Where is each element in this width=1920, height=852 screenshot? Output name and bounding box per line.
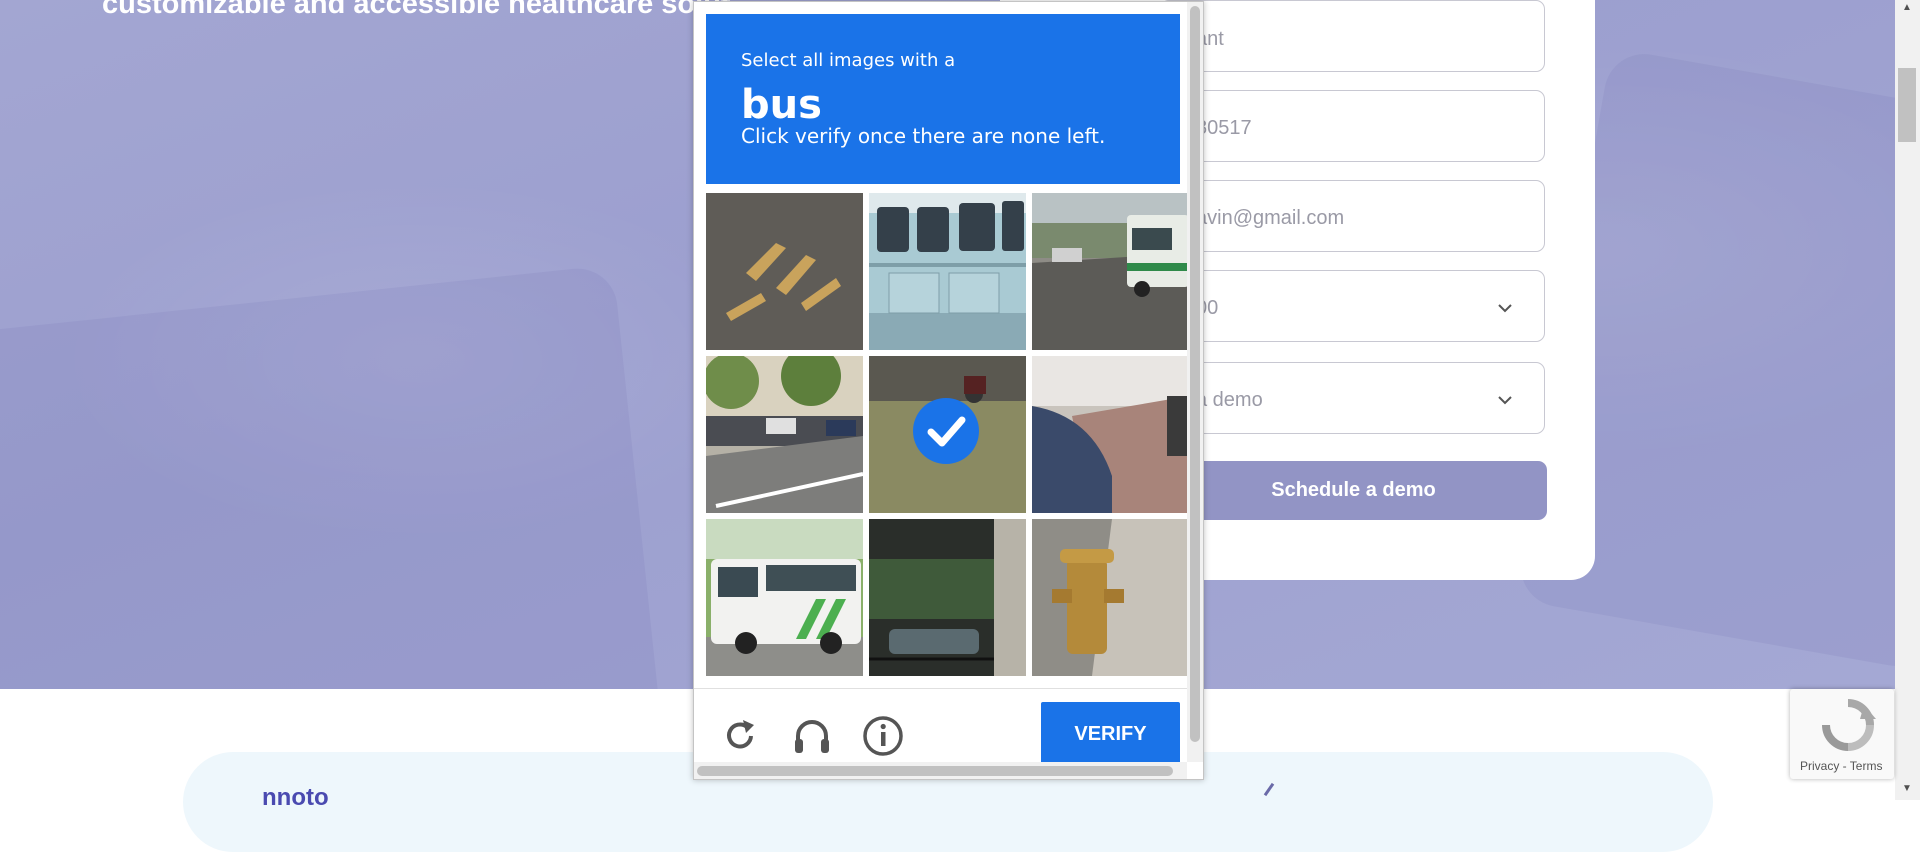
page-scrollbar-thumb[interactable] (1898, 68, 1916, 142)
schedule-demo-button[interactable]: Schedule a demo (1160, 461, 1547, 520)
email-field-value: avin@gmail.com (1196, 207, 1345, 229)
captcha-tile-1[interactable] (706, 193, 863, 350)
captcha-horizontal-scroll-thumb[interactable] (697, 766, 1173, 776)
car-sidewalk-image (1032, 356, 1189, 513)
audio-icon[interactable] (790, 714, 834, 758)
bus-side-image (869, 193, 1026, 350)
fire-hydrant-image (1032, 519, 1189, 676)
captcha-footer-divider (694, 688, 1203, 689)
recaptcha-privacy-terms[interactable]: Privacy - Terms (1800, 759, 1882, 773)
lower-section-heading: nnoto (262, 784, 329, 811)
captcha-challenge: Select all images with a bus Click verif… (693, 1, 1204, 780)
captcha-subinstruction: Click verify once there are none left. (741, 124, 1106, 148)
chevron-down-icon (1498, 304, 1512, 313)
captcha-tile-9[interactable] (1032, 519, 1189, 676)
selected-check-badge (913, 398, 979, 464)
captcha-tile-8[interactable] (869, 519, 1026, 676)
reason-select-value: a demo (1196, 389, 1263, 411)
checkmark-icon (927, 416, 966, 447)
captcha-tile-7[interactable] (706, 519, 863, 676)
parked-cars-image (706, 356, 863, 513)
captcha-tile-3[interactable] (1032, 193, 1189, 350)
verify-button[interactable]: VERIFY (1041, 702, 1180, 766)
white-bus-image (706, 519, 863, 676)
phone-field-value: 80517 (1196, 117, 1252, 139)
info-icon[interactable] (861, 714, 905, 758)
captcha-vertical-scroll-thumb[interactable] (1190, 6, 1200, 742)
bus-street-image (1032, 193, 1189, 350)
scroll-down-arrow[interactable]: ▼ (1898, 783, 1916, 797)
reload-icon[interactable] (718, 714, 762, 758)
chevron-down-icon (1498, 396, 1512, 405)
scroll-up-arrow[interactable]: ▲ (1898, 2, 1916, 16)
hero-tagline: customizable and accessible healthcare s… (102, 0, 731, 20)
captcha-tile-6[interactable] (1032, 356, 1189, 513)
captcha-tile-4[interactable] (706, 356, 863, 513)
captcha-instruction: Select all images with a (741, 50, 956, 71)
hero-background-shape (0, 264, 664, 689)
car-building-image (869, 519, 1026, 676)
captcha-header: Select all images with a bus Click verif… (706, 14, 1180, 184)
recaptcha-logo-icon (1822, 699, 1876, 751)
road-marking-image (706, 193, 863, 350)
captcha-target-word: bus (741, 82, 822, 128)
recaptcha-badge[interactable]: Privacy - Terms (1790, 689, 1894, 779)
captcha-tile-2[interactable] (869, 193, 1026, 350)
captcha-tile-5[interactable] (869, 356, 1026, 513)
